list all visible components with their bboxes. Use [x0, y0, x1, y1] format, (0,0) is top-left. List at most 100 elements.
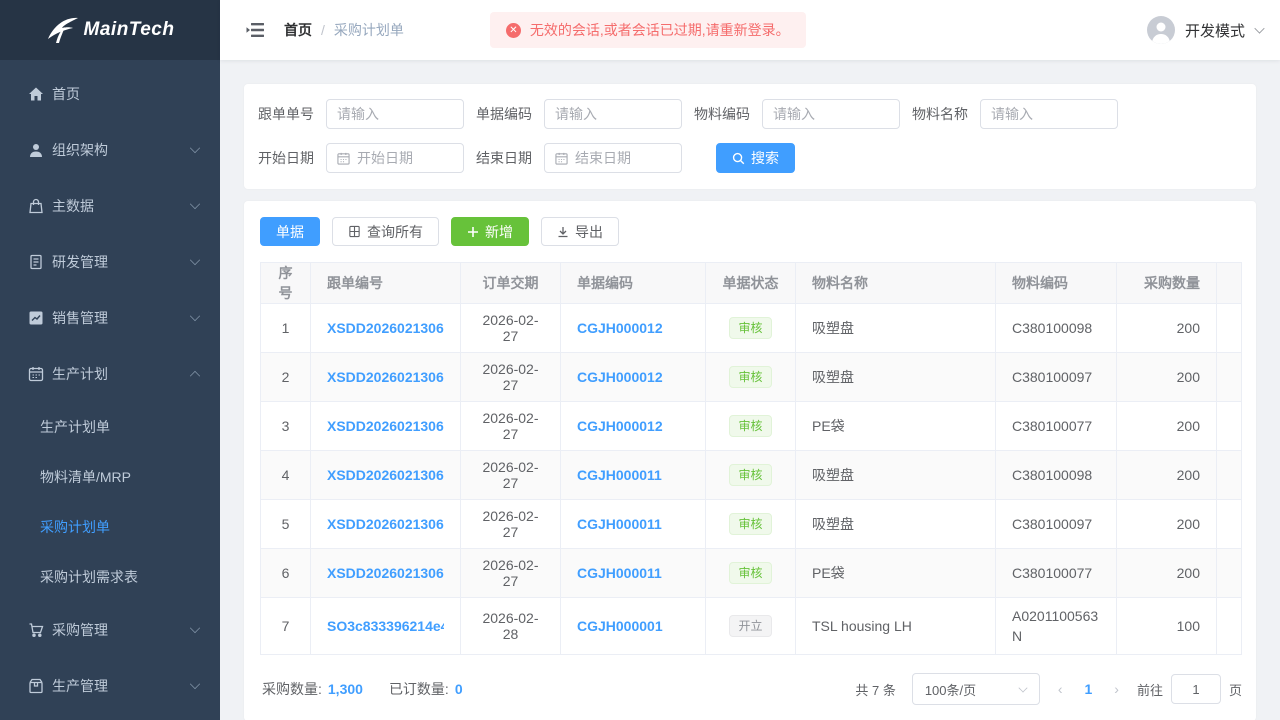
start-date-input[interactable]	[357, 150, 453, 166]
cell-doc-code-link[interactable]: CGJH000011	[577, 467, 689, 483]
cell-material-name: 吸塑盘	[796, 500, 996, 549]
doc-code-input[interactable]	[555, 106, 671, 122]
sidebar-item-rnd[interactable]: 研发管理	[0, 234, 220, 290]
plus-icon	[467, 226, 479, 238]
cell-material-code: C380100077	[996, 402, 1117, 451]
cell-index: 1	[261, 304, 311, 353]
sidebar-item-label: 研发管理	[52, 252, 190, 272]
filter-label: 物料名称	[912, 104, 980, 124]
table-row[interactable]: 7SO3c833396214e402026-02-28CGJH000001开立T…	[261, 598, 1242, 655]
submenu-item[interactable]: 物料清单/MRP	[0, 452, 220, 502]
doc-button[interactable]: 单据	[260, 217, 320, 246]
submenu-item[interactable]: 采购计划单	[0, 502, 220, 552]
avatar[interactable]	[1147, 16, 1175, 44]
cell-extra	[1217, 402, 1242, 451]
sidebar-item-organization[interactable]: 组织架构	[0, 122, 220, 178]
add-button[interactable]: 新增	[451, 217, 529, 246]
col-doc-status: 单据状态	[706, 263, 796, 304]
sidebar-item-home[interactable]: 首页	[0, 66, 220, 122]
cell-doc-code-link[interactable]: CGJH000012	[577, 369, 689, 385]
export-button[interactable]: 导出	[541, 217, 619, 246]
table-row[interactable]: 2XSDD2026021306…2026-02-27CGJH000012审核吸塑…	[261, 353, 1242, 402]
col-material-name: 物料名称	[796, 263, 996, 304]
chevron-down-icon	[1254, 23, 1264, 33]
cell-order-no-link[interactable]: XSDD2026021306…	[327, 320, 444, 336]
total-count: 共 7 条	[855, 680, 895, 699]
sidebar-item-purchasing[interactable]: 采购管理	[0, 602, 220, 658]
logo-swoosh-icon	[46, 15, 80, 45]
breadcrumb-home[interactable]: 首页	[284, 20, 312, 40]
package-icon	[28, 678, 44, 694]
col-material-code: 物料编码	[996, 263, 1117, 304]
cell-material-code: C380100097	[996, 500, 1117, 549]
next-page-button[interactable]: ›	[1106, 681, 1127, 697]
sidebar-item-label: 组织架构	[52, 140, 190, 160]
alert-message: 无效的会话,或者会话已过期,请重新登录。	[530, 20, 790, 40]
cell-index: 5	[261, 500, 311, 549]
cell-extra	[1217, 500, 1242, 549]
filter-material-code: 物料编码	[694, 99, 900, 129]
cell-order-no-link[interactable]: XSDD2026021306…	[327, 565, 444, 581]
sidebar-item-production-plan[interactable]: 生产计划	[0, 346, 220, 402]
table-row[interactable]: 5XSDD2026021306…2026-02-27CGJH000011审核吸塑…	[261, 500, 1242, 549]
cell-order-no-link[interactable]: XSDD2026021306…	[327, 467, 444, 483]
cell-order-no-link[interactable]: XSDD2026021306…	[327, 369, 444, 385]
page-unit-label: 页	[1229, 680, 1242, 699]
cell-purchase-qty: 200	[1117, 500, 1217, 549]
search-button[interactable]: 搜索	[716, 143, 795, 173]
cell-doc-status: 审核	[706, 304, 796, 353]
cell-doc-code-link[interactable]: CGJH000011	[577, 565, 689, 581]
table-row[interactable]: 1XSDD2026021306…2026-02-27CGJH000012审核吸塑…	[261, 304, 1242, 353]
cell-delivery-date: 2026-02-27	[461, 549, 561, 598]
order-no-input[interactable]	[337, 106, 453, 122]
cell-order-no: XSDD2026021306…	[311, 500, 461, 549]
table-row[interactable]: 4XSDD2026021306…2026-02-27CGJH000011审核吸塑…	[261, 451, 1242, 500]
cell-order-no: XSDD2026021306…	[311, 549, 461, 598]
cell-delivery-date: 2026-02-28	[461, 598, 561, 655]
session-error-alert: ✕ 无效的会话,或者会话已过期,请重新登录。	[490, 12, 806, 48]
sidebar-item-label: 生产管理	[52, 676, 190, 696]
sidebar-item-production-mgmt[interactable]: 生产管理	[0, 658, 220, 714]
download-icon	[557, 226, 569, 238]
table-row[interactable]: 3XSDD2026021306…2026-02-27CGJH000012审核PE…	[261, 402, 1242, 451]
goto-page-input[interactable]	[1171, 674, 1221, 704]
status-badge: 审核	[729, 562, 771, 584]
sidebar-fold-icon[interactable]	[246, 20, 266, 40]
cell-doc-status: 开立	[706, 598, 796, 655]
cell-delivery-date: 2026-02-27	[461, 500, 561, 549]
sidebar-item-label: 首页	[52, 84, 200, 104]
end-date-input[interactable]	[575, 150, 671, 166]
cell-order-no-link[interactable]: XSDD2026021306…	[327, 418, 444, 434]
cell-doc-code-link[interactable]: CGJH000012	[577, 320, 689, 336]
cell-doc-code-link[interactable]: CGJH000001	[577, 618, 689, 634]
sidebar-item-master-data[interactable]: 主数据	[0, 178, 220, 234]
table-footer: 采购数量: 1,300 已订数量: 0 共 7 条 100条/页 ‹ 1 ›	[260, 673, 1242, 705]
material-name-input[interactable]	[991, 106, 1107, 122]
cell-doc-code-link[interactable]: CGJH000011	[577, 516, 689, 532]
cell-doc-status: 审核	[706, 402, 796, 451]
submenu-item[interactable]: 生产计划单	[0, 402, 220, 452]
user-mode-label: 开发模式	[1185, 20, 1245, 41]
query-all-button[interactable]: 查询所有	[332, 217, 439, 246]
cell-index: 6	[261, 549, 311, 598]
purchase-qty-value: 1,300	[328, 681, 363, 697]
cell-doc-code-link[interactable]: CGJH000012	[577, 418, 689, 434]
bag-icon	[28, 198, 44, 214]
col-purchase-qty: 采购数量	[1117, 263, 1217, 304]
cell-material-name: TSL housing LH	[796, 598, 996, 655]
submenu-item[interactable]: 采购计划需求表	[0, 552, 220, 602]
material-code-input[interactable]	[773, 106, 889, 122]
sidebar-item-sales[interactable]: 销售管理	[0, 290, 220, 346]
page-size-select[interactable]: 100条/页	[912, 673, 1040, 705]
cell-order-no-link[interactable]: SO3c833396214e40	[327, 618, 444, 634]
cell-order-no-link[interactable]: XSDD2026021306…	[327, 516, 444, 532]
page-number-1[interactable]: 1	[1081, 681, 1097, 697]
top-bar: 首页 / 采购计划单 ✕ 无效的会话,或者会话已过期,请重新登录。 开发模式	[220, 0, 1280, 60]
purchase-qty-label: 采购数量:	[262, 679, 322, 699]
table-row[interactable]: 6XSDD2026021306…2026-02-27CGJH000011审核PE…	[261, 549, 1242, 598]
user-menu[interactable]: 开发模式	[1147, 16, 1264, 44]
col-delivery-date: 订单交期	[461, 263, 561, 304]
calendar-icon	[28, 366, 44, 382]
cell-purchase-qty: 200	[1117, 304, 1217, 353]
prev-page-button[interactable]: ‹	[1050, 681, 1071, 697]
